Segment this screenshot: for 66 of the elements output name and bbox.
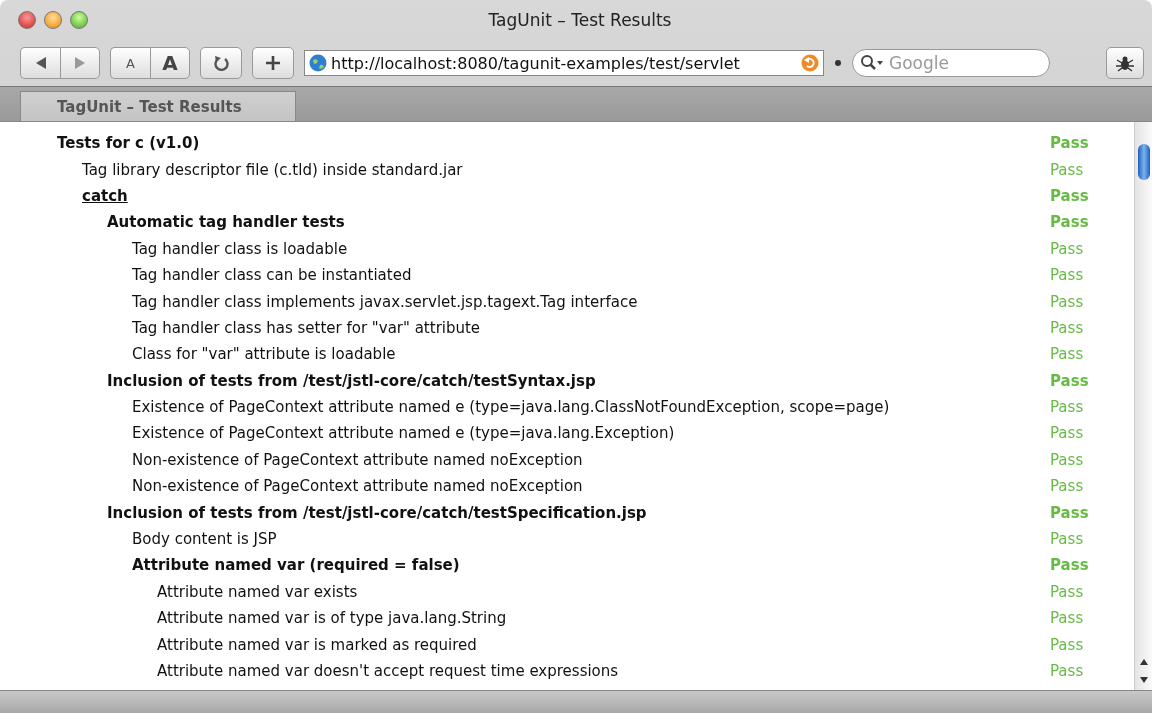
test-name: Non-existence of PageContext attribute named noException: [132, 477, 583, 496]
test-name: Existence of PageContext attribute named e (type=java.lang.ClassNotFoundException, scope=page): [132, 398, 890, 417]
test-result: Pass: [1050, 160, 1085, 179]
bug-icon: [1115, 54, 1135, 72]
tag-link[interactable]: catch: [82, 186, 128, 205]
window-title: TagUnit – Test Results: [487, 10, 673, 30]
test-name: Tag handler class can be instantiated: [132, 266, 412, 285]
globe-icon: [309, 54, 327, 72]
text-smaller-button[interactable]: A: [110, 47, 150, 79]
test-result: Pass: [1050, 582, 1085, 601]
group-heading: Tests for c (v1.0): [57, 134, 200, 153]
group-heading: Automatic tag handler tests: [107, 213, 345, 232]
test-result: Pass: [1050, 134, 1090, 153]
test-name: Attribute named var is marked as required: [157, 635, 477, 654]
scroll-down-icon[interactable]: [1138, 676, 1149, 684]
test-result: Pass: [1050, 556, 1090, 575]
test-result: Pass: [1050, 477, 1085, 496]
test-result: Pass: [1050, 398, 1085, 417]
text-bigger-button[interactable]: A: [150, 47, 190, 79]
test-result: Pass: [1050, 345, 1085, 364]
add-bookmark-button[interactable]: [252, 47, 294, 79]
test-result: Pass: [1050, 266, 1085, 285]
test-name: Tag handler class has setter for "var" attribute: [132, 318, 481, 337]
test-name: Tag handler class implements javax.servlet.jsp.tagext.Tag interface: [132, 292, 638, 311]
test-result: Pass: [1050, 530, 1085, 549]
search-field[interactable]: Google: [852, 49, 1050, 77]
reload-button[interactable]: [200, 47, 242, 79]
test-result: Pass: [1050, 292, 1085, 311]
bug-report-button[interactable]: [1106, 47, 1144, 79]
test-name: Existence of PageContext attribute named e (type=java.lang.Exception): [132, 424, 675, 443]
test-name: Tag handler class is loadable: [132, 239, 348, 258]
test-result: Pass: [1050, 213, 1090, 232]
reload-icon: [213, 55, 229, 71]
plus-icon: [265, 55, 281, 71]
browser-tab[interactable]: TagUnit – Test Results: [20, 91, 296, 121]
close-button[interactable]: [18, 11, 36, 29]
test-name: Tag library descriptor file (c.tld) inside standard.jar: [82, 160, 463, 179]
address-field[interactable]: http://localhost:8080/tagunit-examples/test/servlet: [304, 50, 824, 76]
group-heading: Attribute named var (required = false): [132, 556, 460, 575]
test-result: Pass: [1050, 371, 1090, 390]
test-result: Pass: [1050, 662, 1085, 680]
resize-handle-icon[interactable]: [834, 59, 842, 67]
test-result: Pass: [1050, 186, 1090, 205]
test-result: Pass: [1050, 503, 1090, 522]
test-name: Attribute named var doesn't accept request time expressions: [157, 662, 619, 680]
test-name: Attribute named var exists: [157, 582, 358, 601]
test-result: Pass: [1050, 318, 1085, 337]
scroll-up-icon[interactable]: [1138, 658, 1149, 666]
zoom-button[interactable]: [70, 11, 88, 29]
test-result: Pass: [1050, 635, 1085, 654]
test-result: Pass: [1050, 239, 1085, 258]
scroll-thumb[interactable]: [1137, 144, 1150, 180]
test-result: Pass: [1050, 450, 1085, 469]
minimize-button[interactable]: [44, 11, 62, 29]
test-result: Pass: [1050, 424, 1085, 443]
back-button[interactable]: [20, 47, 60, 79]
test-name: Attribute named var is of type java.lang.String: [157, 609, 507, 628]
test-name: Body content is JSP: [132, 530, 277, 549]
url-text: http://localhost:8080/tagunit-examples/test/servlet: [331, 53, 741, 73]
forward-arrow-icon: [73, 57, 87, 69]
group-heading: Inclusion of tests from /test/jstl-core/catch/testSyntax.jsp: [107, 371, 596, 390]
group-heading: Inclusion of tests from /test/jstl-core/catch/testSpecification.jsp: [107, 503, 647, 522]
test-name: Non-existence of PageContext attribute named noException: [132, 450, 583, 469]
test-name: Class for "var" attribute is loadable: [132, 345, 396, 364]
test-result: Pass: [1050, 609, 1085, 628]
vertical-scrollbar[interactable]: [1134, 122, 1152, 690]
